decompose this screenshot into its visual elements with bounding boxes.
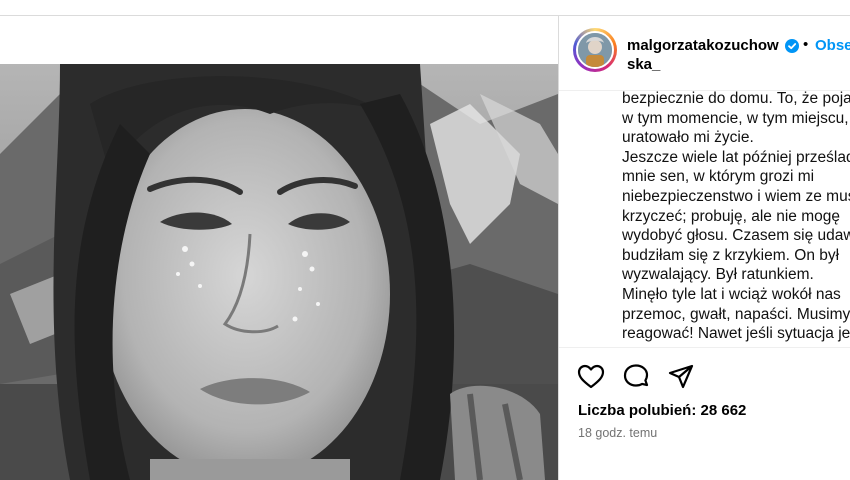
caption-line: bezpiecznie do domu. To, że pojawił się xyxy=(622,91,850,107)
follow-button[interactable]: Obserwuj xyxy=(815,37,850,54)
caption-line: budziłam się z krzykiem. On był xyxy=(622,246,840,264)
caption-line: wydobyć głosu. Czasem się udawało, i xyxy=(622,227,850,245)
heart-icon[interactable] xyxy=(577,363,605,391)
caption-line: wyzwalający. Był ratunkiem. xyxy=(622,266,814,284)
post-sidebar: malgorzatakozuchowska_ • Obserwuj bezpie… xyxy=(559,16,850,480)
caption-line: uratowało mi życie. xyxy=(622,129,754,147)
share-icon[interactable] xyxy=(667,363,695,391)
caption-scroll-area[interactable]: bezpiecznie do domu. To, że pojawił się … xyxy=(559,91,850,347)
top-bar xyxy=(0,0,850,16)
caption-line: w tym momencie, w tym miejscu, xyxy=(622,109,849,127)
post-header: malgorzatakozuchowska_ • Obserwuj xyxy=(559,16,850,91)
avatar-image xyxy=(578,33,612,67)
caption-line: niebezpieczenstwo i wiem ze muszę xyxy=(622,187,850,205)
caption-line: Minęło tyle lat i wciąż wokół nas xyxy=(622,285,841,303)
comment-icon[interactable] xyxy=(622,363,650,391)
caption-line: mnie sen, w którym grozi mi xyxy=(622,168,815,186)
avatar-story-ring[interactable] xyxy=(573,28,617,72)
likes-count[interactable]: Liczba polubień: 28 662 xyxy=(578,402,746,419)
avatar[interactable] xyxy=(576,31,614,69)
post-timestamp[interactable]: 18 godz. temu xyxy=(578,426,657,440)
caption-line: krzyczeć; probuję, ale nie mogę xyxy=(622,207,840,225)
post-media-pane xyxy=(0,16,558,480)
caption-text: bezpiecznie do domu. To, że pojawił się … xyxy=(622,91,850,344)
post-photo-image xyxy=(0,64,558,480)
author-username[interactable]: malgorzatakozuchowska_ xyxy=(627,36,787,74)
verified-badge-icon xyxy=(785,39,799,53)
separator-dot: • xyxy=(803,36,809,53)
caption-line: Jeszcze wiele lat później prześladował xyxy=(622,148,850,166)
caption-line: reagować! Nawet jeśli sytuacja jest xyxy=(622,325,850,343)
caption-line: przemoc, gwałt, napaści. Musimy xyxy=(622,305,850,323)
actions-divider xyxy=(559,347,850,348)
post-photo[interactable] xyxy=(0,64,558,480)
